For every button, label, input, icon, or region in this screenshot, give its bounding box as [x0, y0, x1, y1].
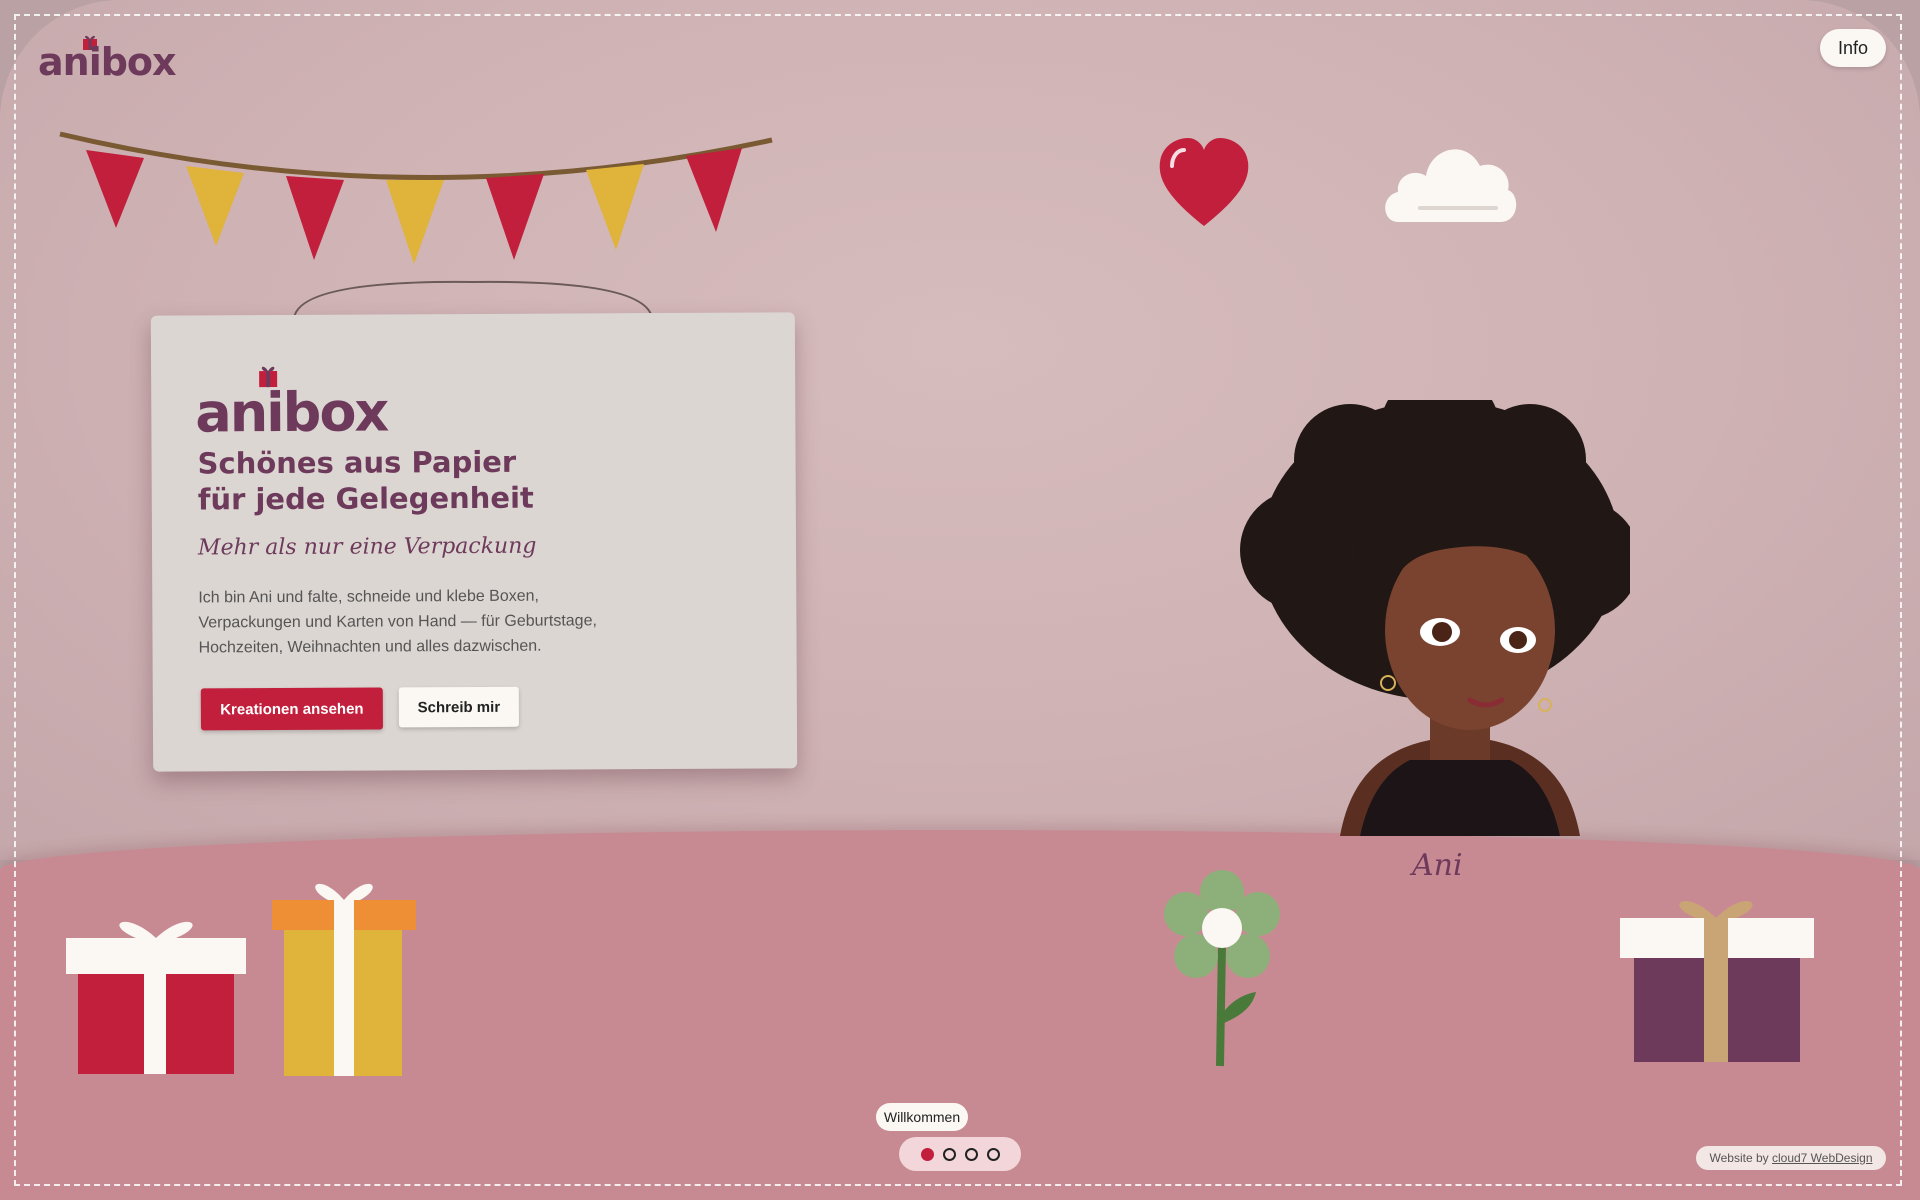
- bunting-flag: [386, 180, 444, 264]
- slide-dot-4[interactable]: [986, 1147, 1000, 1161]
- header-logo-text: anibox: [38, 40, 177, 84]
- character-name-label: Ani: [1412, 848, 1463, 883]
- bunting-flag: [686, 148, 742, 232]
- card-description-line2: Verpackungen und Karten von Hand — für G…: [198, 612, 597, 632]
- cloud-icon: [1385, 149, 1517, 222]
- ani-character-illustration: [1240, 400, 1630, 836]
- bunting-flag: [286, 176, 344, 260]
- current-slide-label: Willkommen: [876, 1103, 968, 1131]
- card-logo-text: anibox: [195, 380, 388, 445]
- contact-button[interactable]: Schreib mir: [398, 686, 519, 728]
- credit-prefix: Website by: [1709, 1151, 1769, 1165]
- bunting-flag: [586, 164, 644, 250]
- card-title-line2: für jede Gelegenheit: [197, 480, 534, 517]
- bunting-flag: [486, 174, 544, 260]
- gift-box-icon: [66, 921, 246, 1074]
- slide-dot-1[interactable]: [920, 1147, 934, 1161]
- heart-icon: [1159, 138, 1249, 226]
- bunting-flag: [186, 166, 244, 246]
- bunting-garland: [59, 131, 773, 264]
- card-description-line3: Hochzeiten, Weihnachten und alles dazwis…: [198, 637, 542, 657]
- card-description: Ich bin Ani und falte, schneide und kleb…: [198, 583, 628, 660]
- website-credit: Website by cloud7 WebDesign: [1696, 1146, 1886, 1170]
- slide-dot-2[interactable]: [942, 1147, 956, 1161]
- card-subtitle: Mehr als nur eine Verpackung: [197, 533, 537, 561]
- card-title-line1: Schönes aus Papier: [197, 444, 517, 481]
- bunting-flag: [86, 150, 144, 228]
- card-description-line1: Ich bin Ani und falte, schneide und kleb…: [198, 587, 540, 607]
- info-button[interactable]: Info: [1820, 29, 1886, 67]
- card-title: Schönes aus Papier für jede Gelegenheit: [197, 443, 717, 518]
- gift-box-icon: [272, 883, 416, 1076]
- flower-icon: [1164, 870, 1280, 1067]
- intro-card: anibox Schönes aus Papier für jede Geleg…: [150, 312, 798, 772]
- slide-dot-3[interactable]: [964, 1147, 978, 1161]
- gift-box-icon: [1620, 900, 1814, 1062]
- view-creations-button[interactable]: Kreationen ansehen: [200, 687, 383, 731]
- credit-link[interactable]: cloud7 WebDesign: [1772, 1151, 1873, 1165]
- slide-pagination: [899, 1137, 1021, 1171]
- header-logo[interactable]: anibox: [38, 30, 177, 86]
